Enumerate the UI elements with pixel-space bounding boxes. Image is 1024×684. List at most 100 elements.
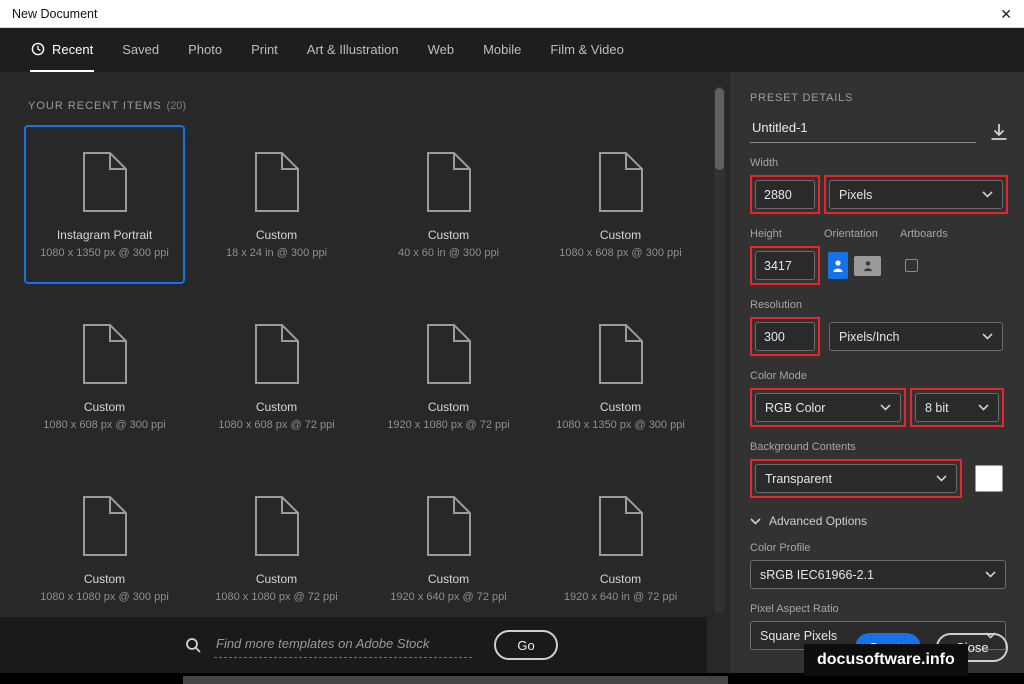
document-icon (598, 496, 643, 556)
document-name-row (750, 120, 1010, 143)
person-portrait-glyph (833, 259, 843, 272)
preset-item-name: Instagram Portrait (56, 228, 153, 242)
orientation-landscape-icon[interactable] (854, 255, 881, 276)
advanced-options-toggle[interactable]: Advanced Options (750, 514, 1010, 528)
tab-print[interactable]: Print (250, 28, 279, 72)
preset-item[interactable]: Custom 1080 x 608 px @ 300 ppi (24, 297, 185, 456)
preset-item[interactable]: Custom 1080 x 608 px @ 72 ppi (196, 297, 357, 456)
preset-item-dims: 1080 x 608 px @ 72 ppi (218, 419, 335, 431)
bit-depth-dropdown[interactable]: 8 bit (915, 393, 999, 422)
background-color-swatch[interactable] (975, 465, 1003, 492)
scrollbar-thumb[interactable] (715, 88, 724, 170)
dropdown-value: sRGB IEC61966-2.1 (760, 567, 874, 582)
save-preset-icon[interactable] (988, 121, 1010, 143)
preset-item[interactable]: Custom 1920 x 640 px @ 72 ppi (368, 469, 529, 628)
preset-item[interactable]: Custom 18 x 24 in @ 300 ppi (196, 125, 357, 284)
tab-label: Recent (52, 41, 94, 57)
height-label: Height (750, 228, 782, 240)
tab-art-illustration[interactable]: Art & Illustration (306, 28, 400, 72)
resolution-row: Pixels/Inch (750, 317, 1010, 356)
width-unit-dropdown[interactable]: Pixels (829, 180, 1003, 209)
screen: New Document ✕ Recent Saved Photo Print … (0, 0, 1024, 684)
preset-item[interactable]: Custom 1080 x 1080 px @ 72 ppi (196, 469, 357, 628)
watermark: docusoftware.info (804, 644, 968, 676)
preset-item[interactable]: Custom 1080 x 608 px @ 300 ppi (540, 125, 701, 284)
height-input[interactable] (755, 251, 815, 280)
preset-grid: Instagram Portrait 1080 x 1350 px @ 300 … (24, 125, 702, 628)
document-icon (82, 152, 127, 212)
width-row: Pixels (750, 175, 1010, 214)
scrollbar-track[interactable] (714, 86, 725, 614)
tab-label: Web (427, 41, 455, 57)
document-icon (426, 496, 471, 556)
background-contents-label: Background Contents (750, 441, 856, 453)
preset-item[interactable]: Custom 1920 x 1080 px @ 72 ppi (368, 297, 529, 456)
annotation-box-resolution (750, 317, 820, 356)
tab-photo[interactable]: Photo (187, 28, 223, 72)
preset-item[interactable]: Custom 1080 x 1350 px @ 300 ppi (540, 297, 701, 456)
width-input[interactable] (755, 180, 815, 209)
document-name-input[interactable] (750, 120, 976, 143)
document-icon (598, 324, 643, 384)
background-contents-dropdown[interactable]: Transparent (755, 464, 957, 493)
preset-item[interactable]: Custom 1080 x 1080 px @ 300 ppi (24, 469, 185, 628)
preset-item-name: Custom (599, 572, 642, 586)
preset-item[interactable]: Custom 40 x 60 in @ 300 ppi (368, 125, 529, 284)
close-icon[interactable]: ✕ (1000, 7, 1012, 21)
preset-item-name: Custom (427, 228, 470, 242)
chevron-down-icon (982, 191, 993, 198)
category-tabbar: Recent Saved Photo Print Art & Illustrat… (0, 28, 1024, 72)
recent-items-count: (20) (166, 100, 187, 112)
tab-recent[interactable]: Recent (30, 28, 95, 72)
tab-mobile[interactable]: Mobile (482, 28, 522, 72)
preset-item-dims: 40 x 60 in @ 300 ppi (397, 247, 500, 259)
annotation-box-background: Transparent (750, 459, 962, 498)
tab-web[interactable]: Web (427, 28, 456, 72)
height-labels-row: Height Orientation Artboards (750, 228, 1010, 240)
preset-item-name: Custom (255, 228, 298, 242)
preset-item-name: Custom (599, 400, 642, 414)
dialog-titlebar: New Document ✕ (0, 0, 1024, 28)
background-window-edge (183, 676, 728, 684)
color-profile-dropdown[interactable]: sRGB IEC61966-2.1 (750, 560, 1006, 589)
document-icon (254, 496, 299, 556)
preset-item-dims: 1920 x 1080 px @ 72 ppi (387, 419, 510, 431)
preset-item-name: Custom (599, 228, 642, 242)
tab-label: Art & Illustration (306, 41, 399, 57)
annotation-box-width (750, 175, 820, 214)
advanced-options-label: Advanced Options (769, 514, 868, 528)
orientation-portrait-icon[interactable] (828, 252, 848, 279)
annotation-box-height (750, 246, 820, 285)
resolution-unit-dropdown[interactable]: Pixels/Inch (829, 322, 1003, 351)
preset-item-dims: 1080 x 608 px @ 300 ppi (559, 247, 682, 259)
preset-item-name: Custom (255, 572, 298, 586)
new-document-dialog: New Document ✕ Recent Saved Photo Print … (0, 0, 1024, 673)
tab-saved[interactable]: Saved (121, 28, 160, 72)
resolution-input[interactable] (755, 322, 815, 351)
chevron-down-icon (750, 517, 761, 525)
artboards-checkbox[interactable] (905, 259, 918, 272)
resolution-label: Resolution (750, 299, 802, 311)
preset-item[interactable]: Custom 1920 x 640 in @ 72 ppi (540, 469, 701, 628)
recent-items-heading: YOUR RECENT ITEMS (20) (28, 100, 186, 112)
stock-search-input[interactable] (214, 632, 472, 658)
color-mode-row: RGB Color 8 bit (750, 388, 1010, 427)
tab-film-video[interactable]: Film & Video (549, 28, 624, 72)
go-button[interactable]: Go (494, 630, 558, 660)
document-icon (426, 324, 471, 384)
preset-item-name: Custom (83, 400, 126, 414)
preset-details-panel: PRESET DETAILS Width Pixels (730, 72, 1024, 673)
dropdown-value: RGB Color (765, 400, 826, 415)
height-row (750, 246, 1010, 285)
dialog-title: New Document (12, 6, 98, 21)
preset-item-dims: 1080 x 1350 px @ 300 ppi (556, 419, 685, 431)
chevron-down-icon (978, 404, 989, 411)
recent-items-heading-text: YOUR RECENT ITEMS (28, 100, 162, 112)
preset-item-dims: 1080 x 1350 px @ 300 ppi (40, 247, 169, 259)
tab-label: Photo (188, 41, 223, 57)
preset-item-instagram-portrait[interactable]: Instagram Portrait 1080 x 1350 px @ 300 … (24, 125, 185, 284)
color-mode-dropdown[interactable]: RGB Color (755, 393, 901, 422)
preset-item-name: Custom (427, 572, 470, 586)
preset-item-name: Custom (427, 400, 470, 414)
color-profile-label: Color Profile (750, 542, 811, 554)
